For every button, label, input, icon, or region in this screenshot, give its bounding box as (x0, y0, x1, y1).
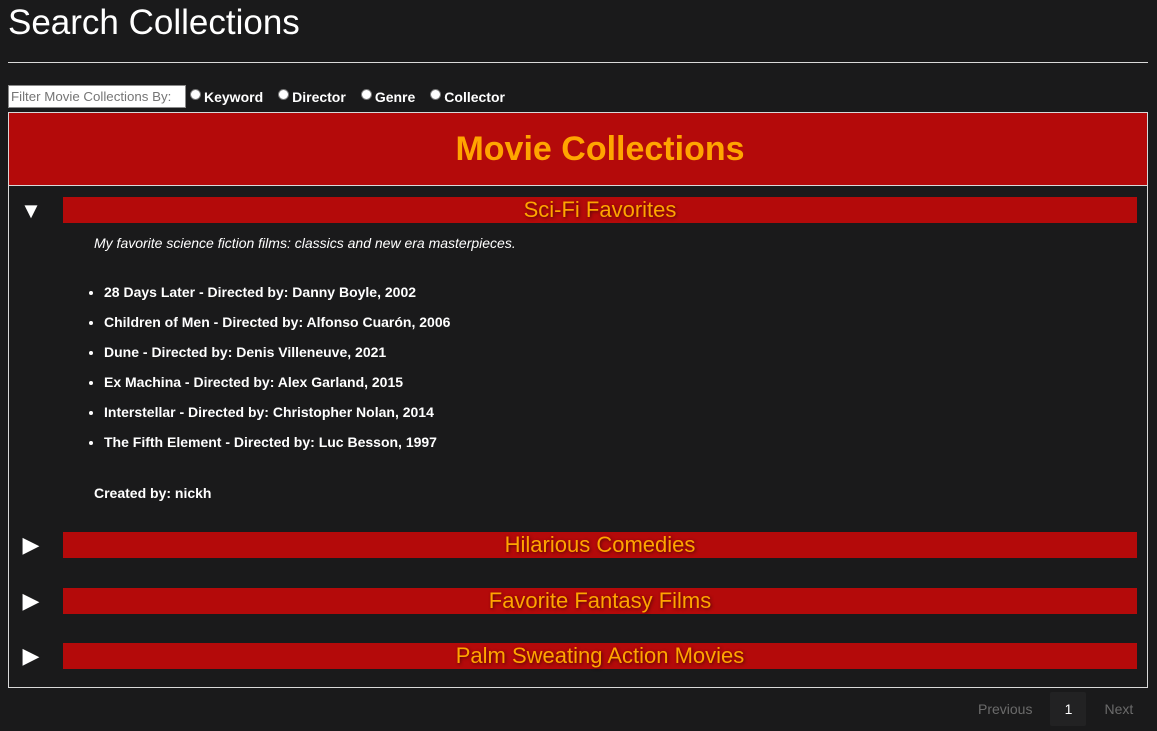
radio-label: Collector (444, 88, 505, 105)
radio-label: Director (292, 88, 346, 105)
next-page-button[interactable]: Next (1092, 692, 1145, 726)
page-title: Search Collections (8, 3, 300, 42)
radio-collector[interactable]: Collector (430, 88, 505, 105)
list-item: Interstellar - Directed by: Christopher … (104, 404, 450, 434)
radio-button[interactable] (190, 88, 201, 100)
list-item: Children of Men - Directed by: Alfonso C… (104, 314, 450, 344)
list-item: Dune - Directed by: Denis Villeneuve, 20… (104, 344, 450, 374)
filter-bar: Keyword Director Genre Collector (8, 84, 516, 109)
filter-input[interactable] (8, 85, 186, 108)
title-divider (8, 62, 1148, 63)
radio-button[interactable] (360, 88, 372, 100)
collection-title-bar[interactable]: Palm Sweating Action Movies (63, 643, 1137, 669)
collections-heading: Movie Collections (455, 129, 745, 168)
collection-description: My favorite science fiction films: class… (94, 235, 516, 251)
collection-title-bar[interactable]: Hilarious Comedies (63, 532, 1137, 558)
collections-header: Movie Collections (9, 113, 1147, 186)
expand-triangle-icon[interactable]: ▶ (20, 645, 42, 667)
page-number-button[interactable]: 1 (1050, 692, 1087, 726)
created-by: Created by: nickh (94, 485, 212, 501)
collections-panel: Movie Collections ▼ Sci-Fi Favorites My … (8, 112, 1148, 688)
collection-title-bar[interactable]: Favorite Fantasy Films (63, 588, 1137, 614)
radio-keyword[interactable]: Keyword (190, 88, 264, 105)
radio-button[interactable] (278, 88, 290, 100)
collapse-triangle-icon[interactable]: ▼ (20, 200, 42, 222)
list-item: Ex Machina - Directed by: Alex Garland, … (104, 374, 450, 404)
radio-label: Keyword (204, 88, 264, 105)
pagination: Previous 1 Next (966, 692, 1145, 726)
expand-triangle-icon[interactable]: ▶ (20, 534, 42, 556)
movie-list: 28 Days Later - Directed by: Danny Boyle… (85, 284, 450, 464)
previous-page-button[interactable]: Previous (966, 692, 1044, 726)
list-item: 28 Days Later - Directed by: Danny Boyle… (104, 284, 450, 314)
expand-triangle-icon[interactable]: ▶ (20, 590, 42, 612)
radio-director[interactable]: Director (278, 88, 346, 105)
radio-button[interactable] (430, 88, 442, 100)
collection-title-bar[interactable]: Sci-Fi Favorites (63, 197, 1137, 223)
radio-genre[interactable]: Genre (360, 88, 416, 105)
radio-label: Genre (374, 88, 416, 105)
list-item: The Fifth Element - Directed by: Luc Bes… (104, 434, 450, 464)
